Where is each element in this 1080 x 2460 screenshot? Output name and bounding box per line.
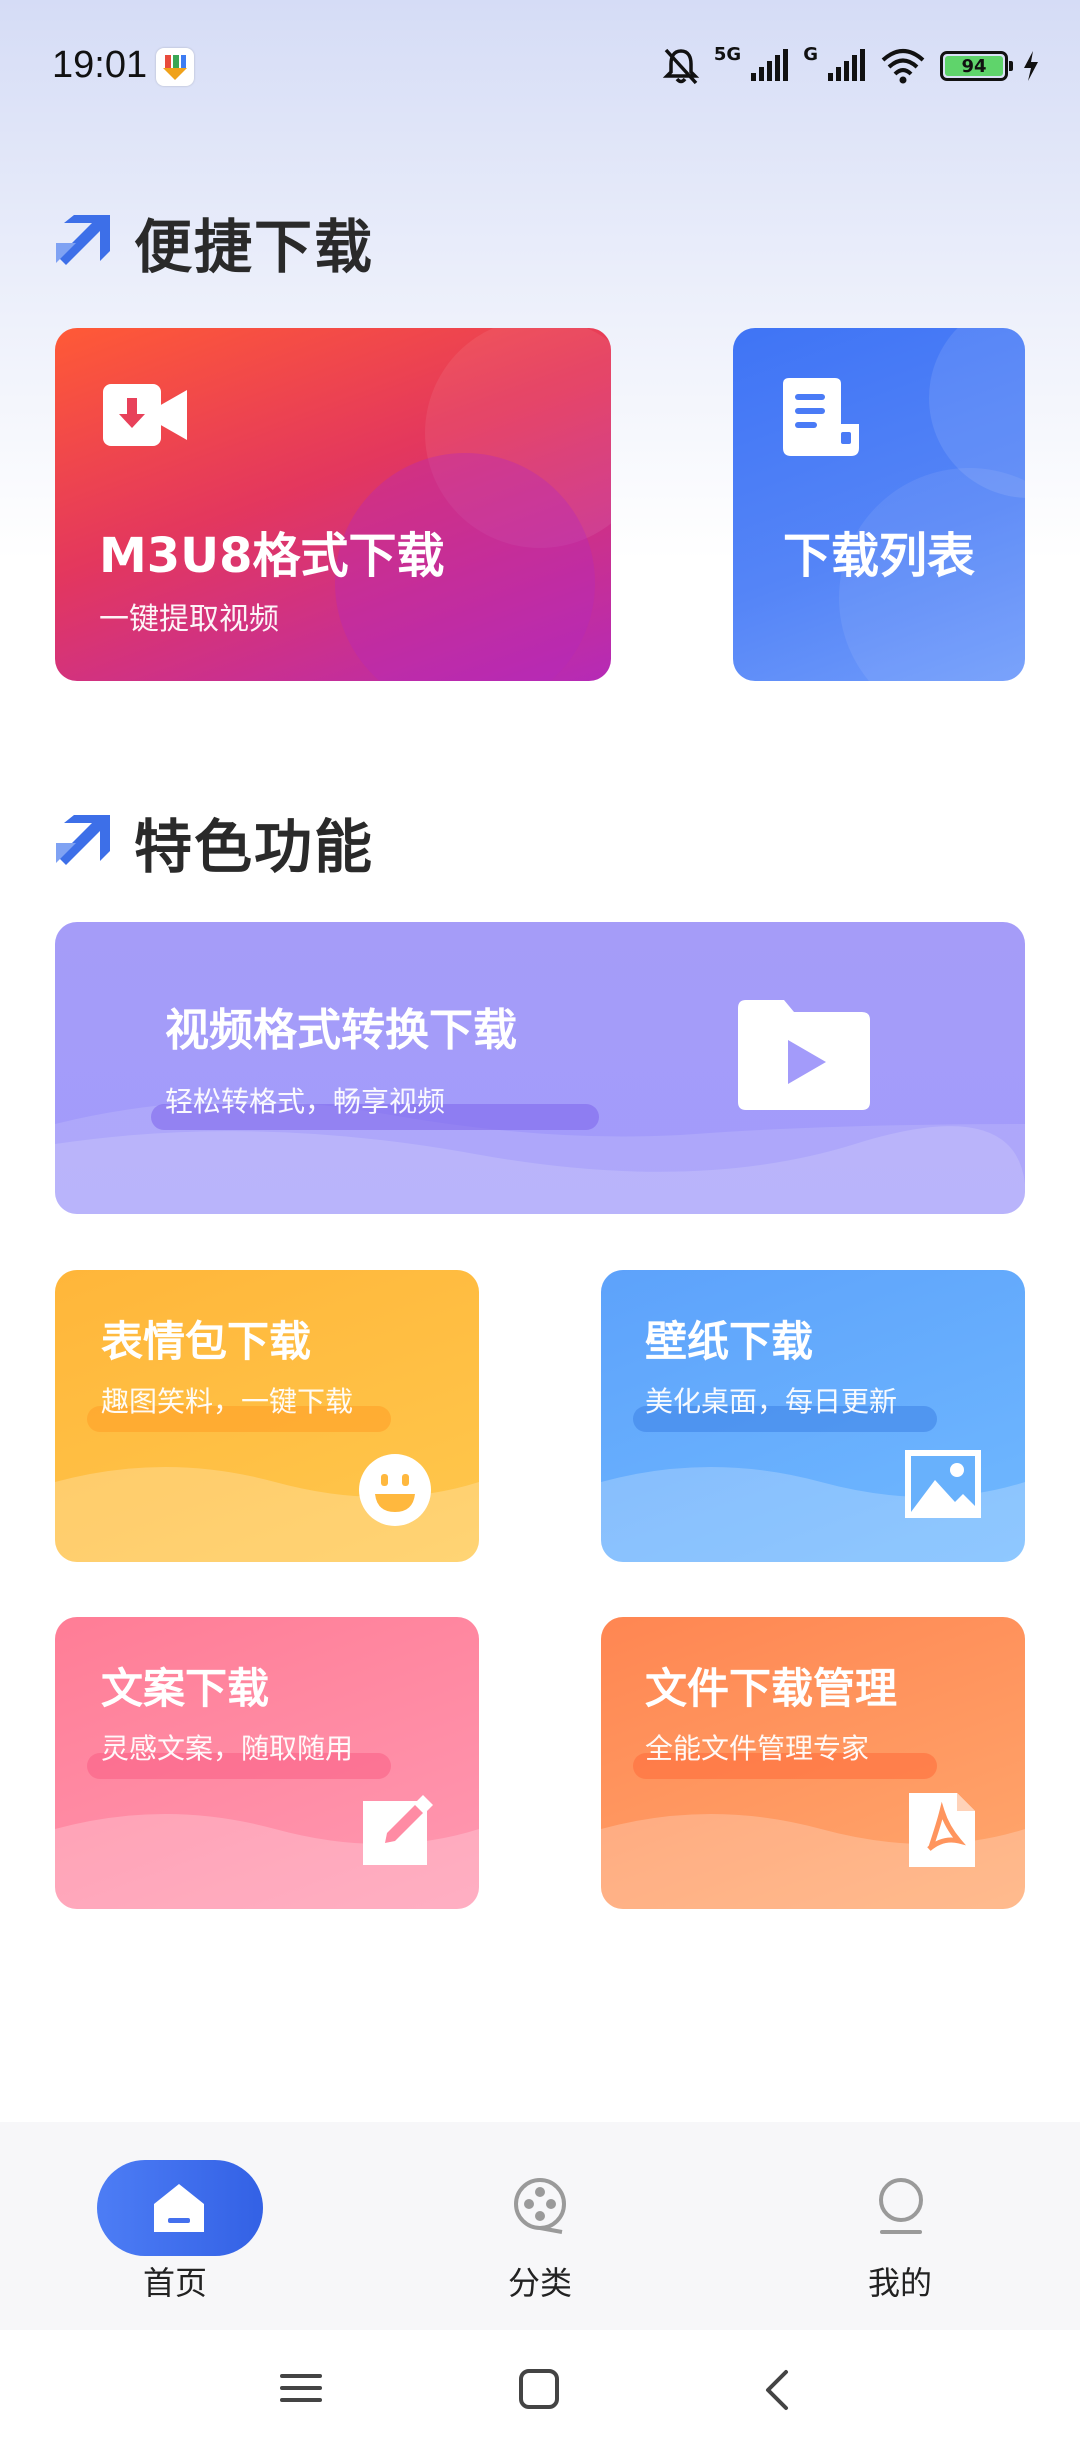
card-title: 文件下载管理 bbox=[645, 1664, 898, 1713]
nav-item-category[interactable]: 分类 bbox=[420, 2122, 660, 2330]
nav-label: 我的 bbox=[867, 2264, 932, 2302]
m3u8-download-card[interactable]: M3U8格式下载 一键提取视频 bbox=[55, 328, 611, 681]
section-title: 特色功能 bbox=[134, 813, 375, 881]
section-quick-download: 便捷下载 bbox=[54, 200, 374, 284]
battery-icon: 94 bbox=[940, 51, 1013, 81]
card-subtitle: 美化桌面，每日更新 bbox=[645, 1385, 898, 1418]
pdf-file-icon bbox=[909, 1793, 975, 1867]
video-convert-card[interactable]: 视频格式转换下载 轻松转格式，畅享视频 bbox=[55, 922, 1025, 1214]
nav-label: 首页 bbox=[142, 2264, 207, 2302]
smiley-icon bbox=[359, 1454, 431, 1526]
status-time: 19:01 bbox=[52, 44, 148, 86]
file-manager-card[interactable]: 文件下载管理 全能文件管理专家 bbox=[601, 1617, 1025, 1909]
nav-item-profile[interactable]: 我的 bbox=[780, 2122, 1020, 2330]
card-subtitle: 全能文件管理专家 bbox=[645, 1732, 870, 1765]
status-icons: 5G G 94 bbox=[662, 44, 1040, 88]
card-subtitle: 趣图笑料，一键下载 bbox=[101, 1385, 354, 1418]
card-subtitle: 灵感文案，随取随用 bbox=[101, 1732, 354, 1765]
document-list-icon bbox=[783, 378, 859, 456]
system-nav-bar bbox=[0, 2330, 1080, 2460]
signal-icon bbox=[751, 49, 789, 81]
home-icon bbox=[154, 2184, 204, 2232]
bottom-nav: 首页 分类 我的 bbox=[0, 2122, 1080, 2330]
signal-icon bbox=[828, 49, 865, 81]
wallpaper-download-card[interactable]: 壁纸下载 美化桌面，每日更新 bbox=[601, 1270, 1025, 1562]
video-folder-icon bbox=[738, 1000, 870, 1110]
battery-level: 94 bbox=[945, 56, 1003, 77]
card-subtitle: 一键提取视频 bbox=[99, 602, 279, 637]
charging-icon bbox=[1024, 51, 1038, 81]
app-notification-icon bbox=[156, 48, 194, 86]
nav-label: 分类 bbox=[507, 2264, 572, 2302]
card-title: 视频格式转换下载 bbox=[165, 1005, 517, 1056]
section-features: 特色功能 bbox=[54, 800, 374, 884]
video-download-icon bbox=[103, 384, 187, 446]
arrow-logo-icon bbox=[56, 815, 110, 865]
card-title: M3U8格式下载 bbox=[99, 528, 445, 584]
image-icon bbox=[905, 1450, 981, 1518]
mute-bell-icon bbox=[662, 48, 700, 85]
download-list-card[interactable]: 下载列表 bbox=[733, 328, 1025, 681]
wifi-icon bbox=[881, 49, 925, 84]
section-title: 便捷下载 bbox=[134, 213, 375, 281]
film-reel-icon bbox=[514, 2178, 566, 2234]
card-subtitle: 轻松转格式，畅享视频 bbox=[165, 1085, 446, 1118]
back-icon[interactable] bbox=[762, 2368, 792, 2412]
network-5g-label: 5G bbox=[713, 43, 742, 65]
card-title: 壁纸下载 bbox=[645, 1317, 814, 1366]
card-title: 表情包下载 bbox=[101, 1317, 312, 1366]
edit-icon bbox=[363, 1795, 433, 1865]
arrow-logo-icon bbox=[56, 215, 110, 265]
profile-icon bbox=[879, 2178, 923, 2234]
status-bar: 19:01 5G G 94 bbox=[0, 0, 1080, 130]
network-g-label: G bbox=[803, 43, 818, 65]
card-title: 文案下载 bbox=[101, 1664, 270, 1713]
card-title: 下载列表 bbox=[782, 528, 975, 584]
copywriting-download-card[interactable]: 文案下载 灵感文案，随取随用 bbox=[55, 1617, 479, 1909]
menu-icon[interactable] bbox=[280, 2368, 322, 2408]
home-square-icon[interactable] bbox=[518, 2368, 560, 2410]
emoji-download-card[interactable]: 表情包下载 趣图笑料，一键下载 bbox=[55, 1270, 479, 1562]
nav-item-home[interactable]: 首页 bbox=[55, 2122, 295, 2330]
